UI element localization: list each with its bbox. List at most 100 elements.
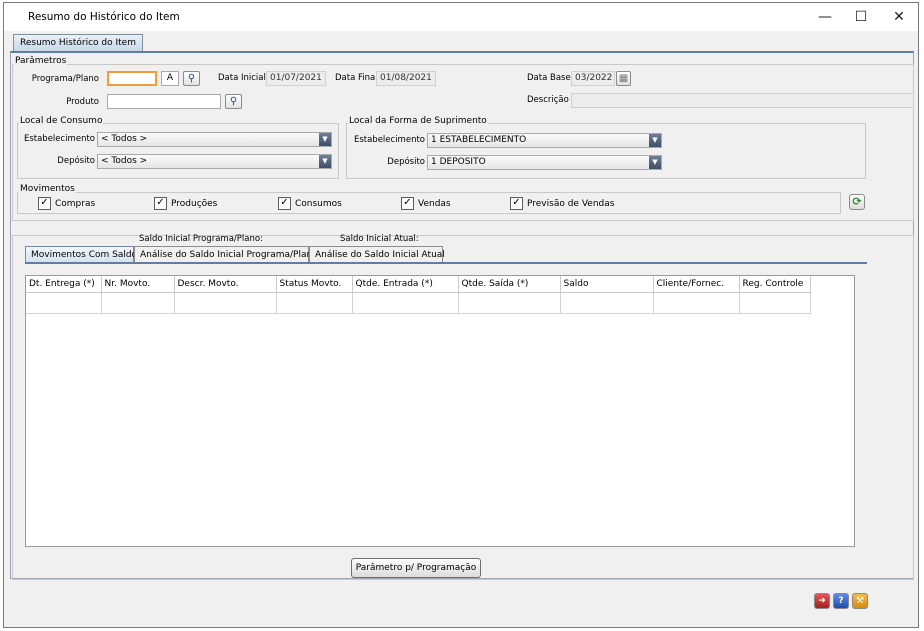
col-qtde-saida[interactable]: Qtde. Saída (*) bbox=[458, 276, 561, 293]
checkbox-previsao-vendas[interactable]: ✓ Previsão de Vendas bbox=[510, 197, 614, 210]
table-cell[interactable] bbox=[352, 292, 459, 314]
produto-label: Produto bbox=[66, 97, 99, 107]
movimentos-table: Dt. Entrega (*) Nr. Movto. Descr. Movto.… bbox=[26, 276, 811, 314]
consumo-deposito-select[interactable]: < Todos > ▼ bbox=[97, 154, 332, 169]
tab-strip-line bbox=[25, 262, 867, 264]
table-cell[interactable] bbox=[26, 292, 102, 314]
consumo-estabelecimento-value: < Todos > bbox=[101, 134, 148, 144]
movimentos-title: Movimentos bbox=[19, 184, 76, 194]
table-cell[interactable] bbox=[458, 292, 561, 314]
calendar-button[interactable]: ▦ bbox=[616, 71, 631, 86]
consumo-deposito-label: Depósito bbox=[57, 156, 95, 166]
movimentos-grid[interactable]: Dt. Entrega (*) Nr. Movto. Descr. Movto.… bbox=[25, 275, 855, 547]
checkbox-vendas[interactable]: ✓ Vendas bbox=[401, 197, 451, 210]
col-reg-controle[interactable]: Reg. Controle bbox=[739, 276, 811, 293]
data-inicial-field: 01/07/2021 bbox=[266, 71, 326, 86]
col-saldo[interactable]: Saldo bbox=[560, 276, 654, 293]
chevron-down-icon: ▼ bbox=[319, 133, 331, 146]
produto-search-button[interactable]: ⚲ bbox=[225, 94, 242, 109]
app-window: Resumo do Histórico do Item — ☐ ✕ Resumo… bbox=[3, 2, 919, 628]
data-inicial-label: Data Inicial bbox=[218, 73, 266, 83]
checkbox-box: ✓ bbox=[38, 197, 51, 210]
consumo-estabelecimento-select[interactable]: < Todos > ▼ bbox=[97, 132, 332, 147]
minimize-button[interactable]: — bbox=[810, 7, 840, 27]
col-status-movto[interactable]: Status Movto. bbox=[276, 276, 353, 293]
settings-button[interactable]: ⚒ bbox=[852, 593, 868, 609]
data-base-label: Data Base bbox=[527, 73, 571, 83]
table-cell[interactable] bbox=[560, 292, 654, 314]
table-cell[interactable] bbox=[174, 292, 277, 314]
checkbox-producoes[interactable]: ✓ Produções bbox=[154, 197, 217, 210]
data-base-field: 03/2022 bbox=[571, 71, 615, 86]
search-icon: ⚲ bbox=[229, 96, 238, 107]
programa-input[interactable] bbox=[107, 71, 157, 86]
checkbox-label: Compras bbox=[55, 198, 96, 209]
suprimento-estabelecimento-value: 1 ESTABELECIMENTO bbox=[431, 135, 527, 145]
col-cliente-fornec[interactable]: Cliente/Fornec. bbox=[653, 276, 740, 293]
checkbox-label: Vendas bbox=[418, 198, 451, 209]
data-final-field: 01/08/2021 bbox=[376, 71, 436, 86]
local-consumo-title: Local de Consumo bbox=[19, 116, 104, 126]
suprimento-deposito-value: 1 DEPOSITO bbox=[431, 157, 486, 167]
tab-movimentos-com-saldo[interactable]: Movimentos Com Saldo bbox=[25, 246, 137, 262]
table-cell[interactable] bbox=[101, 292, 175, 314]
saldo-programa-label: Saldo Inicial Programa/Plano: bbox=[139, 234, 263, 244]
checkbox-label: Produções bbox=[171, 198, 218, 209]
checkbox-box: ✓ bbox=[510, 197, 523, 210]
refresh-icon: ⟳ bbox=[852, 195, 862, 208]
window-title: Resumo do Histórico do Item bbox=[28, 11, 180, 23]
table-cell[interactable] bbox=[653, 292, 740, 314]
suprimento-deposito-label: Depósito bbox=[387, 157, 425, 167]
table-cell[interactable] bbox=[739, 292, 811, 314]
suprimento-estabelecimento-select[interactable]: 1 ESTABELECIMENTO ▼ bbox=[427, 133, 662, 148]
checkbox-label: Consumos bbox=[295, 198, 342, 209]
descricao-label: Descrição bbox=[527, 95, 569, 105]
wrench-icon: ⚒ bbox=[855, 596, 865, 606]
data-final-label: Data Final bbox=[335, 73, 378, 83]
help-button[interactable]: ? bbox=[833, 593, 849, 609]
descricao-field bbox=[571, 93, 914, 108]
exit-icon: ➜ bbox=[818, 596, 826, 606]
col-nr-movto[interactable]: Nr. Movto. bbox=[101, 276, 175, 293]
local-suprimento-group bbox=[346, 123, 866, 179]
exit-button[interactable]: ➜ bbox=[814, 593, 830, 609]
table-cell[interactable] bbox=[276, 292, 353, 314]
checkbox-box: ✓ bbox=[401, 197, 414, 210]
title-bar: Resumo do Histórico do Item — ☐ ✕ bbox=[4, 3, 918, 31]
checkbox-box: ✓ bbox=[278, 197, 291, 210]
checkbox-consumos[interactable]: ✓ Consumos bbox=[278, 197, 342, 210]
checkbox-label: Previsão de Vendas bbox=[527, 198, 615, 209]
checkbox-box: ✓ bbox=[154, 197, 167, 210]
tab-analise-saldo-atual[interactable]: Análise do Saldo Inicial Atual bbox=[309, 246, 445, 262]
checkbox-compras[interactable]: ✓ Compras bbox=[38, 197, 95, 210]
chevron-down-icon: ▼ bbox=[649, 134, 661, 147]
maximize-button[interactable]: ☐ bbox=[846, 7, 876, 27]
local-suprimento-title: Local da Forma de Suprimento bbox=[348, 116, 488, 126]
table-row[interactable] bbox=[26, 292, 811, 314]
suprimento-deposito-select[interactable]: 1 DEPOSITO ▼ bbox=[427, 155, 662, 170]
parametro-programacao-button[interactable]: Parâmetro p/ Programação bbox=[351, 558, 481, 578]
chevron-down-icon: ▼ bbox=[319, 155, 331, 168]
parametros-title: Parâmetros bbox=[14, 56, 68, 66]
suprimento-estabelecimento-label: Estabelecimento bbox=[353, 135, 425, 145]
close-button[interactable]: ✕ bbox=[884, 7, 914, 27]
consumo-estabelecimento-label: Estabelecimento bbox=[23, 134, 95, 144]
search-icon: ⚲ bbox=[187, 73, 196, 84]
tab-analise-saldo-programa[interactable]: Análise do Saldo Inicial Programa/Plano bbox=[134, 246, 318, 262]
col-dt-entrega[interactable]: Dt. Entrega (*) bbox=[26, 276, 102, 293]
programa-label: Programa/Plano bbox=[31, 74, 99, 84]
table-header-row: Dt. Entrega (*) Nr. Movto. Descr. Movto.… bbox=[26, 276, 811, 293]
tab-resumo-historico[interactable]: Resumo Histórico do Item bbox=[13, 34, 143, 52]
produto-input[interactable] bbox=[107, 94, 221, 109]
programa-search-button[interactable]: ⚲ bbox=[183, 71, 200, 86]
saldo-atual-label: Saldo Inicial Atual: bbox=[340, 234, 419, 244]
consumo-deposito-value: < Todos > bbox=[101, 156, 148, 166]
refresh-button[interactable]: ⟳ bbox=[849, 194, 865, 210]
chevron-down-icon: ▼ bbox=[649, 156, 661, 169]
programa-suffix-field[interactable]: A bbox=[161, 71, 179, 86]
main-panel: Parâmetros Programa/Plano A ⚲ Data Inici… bbox=[10, 51, 914, 580]
col-descr-movto[interactable]: Descr. Movto. bbox=[174, 276, 277, 293]
calendar-icon: ▦ bbox=[618, 73, 629, 84]
help-icon: ? bbox=[838, 596, 844, 606]
col-qtde-entrada[interactable]: Qtde. Entrada (*) bbox=[352, 276, 459, 293]
